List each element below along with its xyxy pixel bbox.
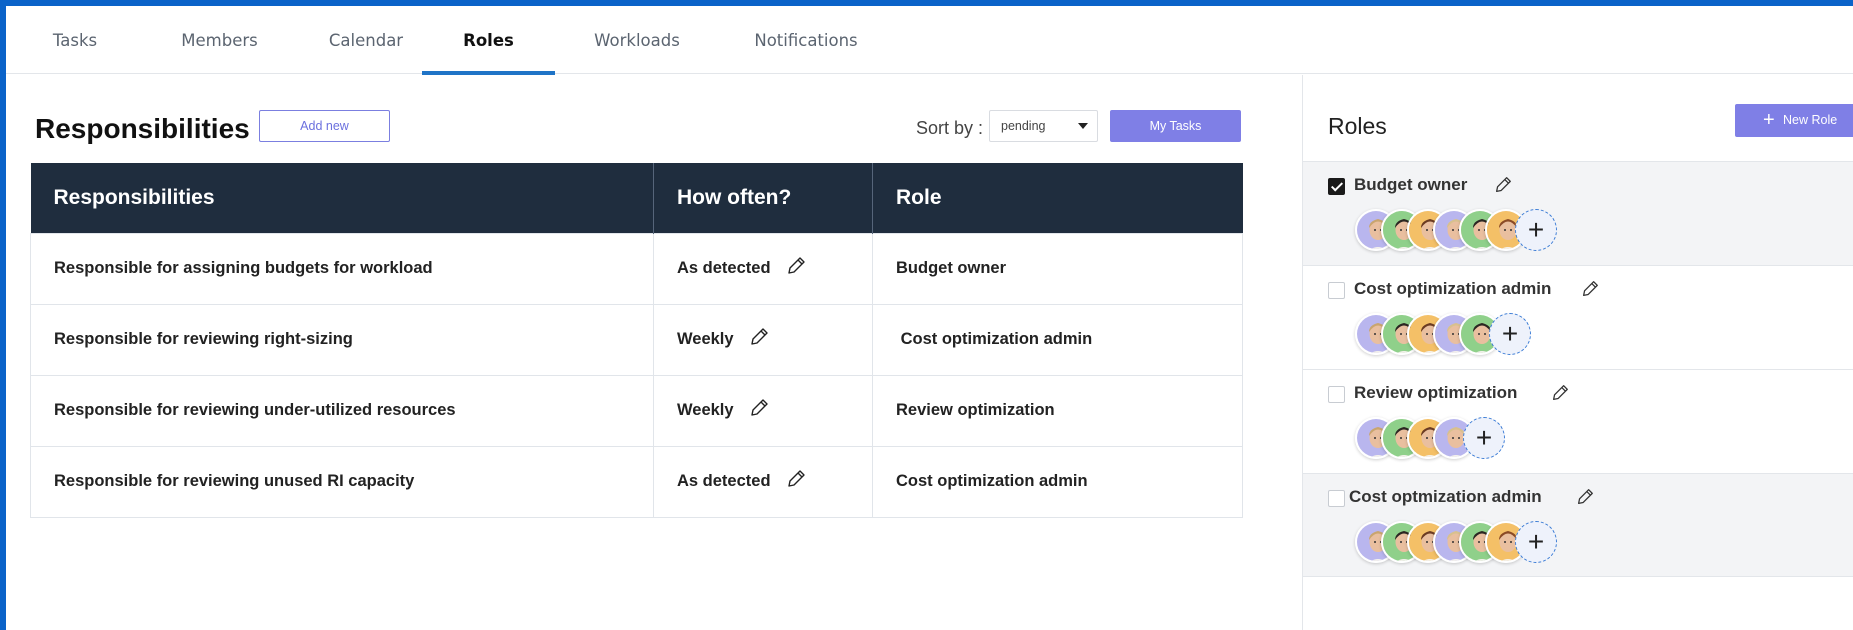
role-checkbox[interactable] <box>1328 386 1345 403</box>
responsibility-cell: Responsible for reviewing unused RI capa… <box>30 445 654 518</box>
tab-roles[interactable]: Roles <box>422 6 555 75</box>
frequency-text: As detected <box>677 258 771 277</box>
add-member-plus-icon[interactable]: + <box>1515 521 1557 563</box>
table-header-row: Responsibilities How often? Role <box>30 163 1243 233</box>
roles-title: Roles <box>1328 113 1387 139</box>
frequency-cell: Weekly <box>653 374 873 447</box>
frequency-cell: As detected <box>653 232 873 305</box>
role-checkbox[interactable] <box>1328 282 1345 299</box>
frequency-text: Weekly <box>677 329 734 348</box>
responsibilities-table: Responsibilities How often? Role Respons… <box>30 163 1243 518</box>
pencil-icon[interactable] <box>1575 487 1595 512</box>
pencil-icon[interactable] <box>748 397 770 424</box>
add-new-button[interactable]: Add new <box>259 110 390 142</box>
column-header-responsibilities: Responsibilities <box>30 163 654 233</box>
role-name: Cost optmization admin <box>1349 487 1542 506</box>
pencil-icon[interactable] <box>748 326 770 353</box>
new-role-button[interactable]: + New Role <box>1735 104 1853 137</box>
role-cell: Cost optimization admin <box>872 303 1243 376</box>
role-name: Review optimization <box>1354 383 1518 402</box>
new-role-label: New Role <box>1783 113 1838 127</box>
responsibility-cell: Responsible for assigning budgets for wo… <box>30 232 654 305</box>
tab-tasks[interactable]: Tasks <box>28 6 122 74</box>
tab-members[interactable]: Members <box>166 6 273 74</box>
responsibility-cell: Responsible for reviewing right-sizing <box>30 303 654 376</box>
frequency-cell: Weekly <box>653 303 873 376</box>
pencil-icon[interactable] <box>785 468 807 495</box>
role-checkbox[interactable] <box>1328 178 1345 195</box>
pencil-icon[interactable] <box>1493 175 1513 200</box>
role-name: Cost optimization admin <box>1354 279 1552 298</box>
column-header-how-often: How often? <box>653 163 873 233</box>
frequency-cell: As detected <box>653 445 873 518</box>
role-card: Budget owner + <box>1303 161 1853 265</box>
role-card: Cost optimization admin + <box>1303 265 1853 369</box>
plus-icon: + <box>1763 109 1775 131</box>
pencil-icon[interactable] <box>785 255 807 282</box>
tab-notifications[interactable]: Notifications <box>733 6 879 74</box>
role-cell: Review optimization <box>872 374 1243 447</box>
my-tasks-button[interactable]: My Tasks <box>1110 110 1241 142</box>
column-header-role: Role <box>872 163 1243 233</box>
tab-workloads[interactable]: Workloads <box>578 6 696 74</box>
pencil-icon[interactable] <box>1550 383 1570 408</box>
caret-down-icon <box>1078 123 1088 129</box>
pencil-icon[interactable] <box>1580 279 1600 304</box>
tab-calendar[interactable]: Calendar <box>311 6 421 74</box>
sort-by-label: Sort by : <box>916 118 984 138</box>
role-checkbox[interactable] <box>1328 490 1345 507</box>
add-member-plus-icon[interactable]: + <box>1515 209 1557 251</box>
frequency-text: As detected <box>677 471 771 490</box>
sort-select-value: pending <box>1001 119 1046 133</box>
table-row: Responsible for reviewing right-sizing W… <box>30 303 1243 376</box>
sort-select[interactable]: pending <box>989 110 1098 142</box>
responsibilities-panel: Responsibilities Add new Sort by : pendi… <box>6 75 1302 630</box>
frequency-text: Weekly <box>677 400 734 419</box>
roles-panel: Roles + New Role Budget owner + Cost opt… <box>1302 75 1853 630</box>
add-member-plus-icon[interactable]: + <box>1489 313 1531 355</box>
role-name: Budget owner <box>1354 175 1468 194</box>
app-frame: Tasks Members Calendar Roles Workloads N… <box>6 6 1853 630</box>
role-card: Cost optmization admin + <box>1303 473 1853 577</box>
table-row: Responsible for assigning budgets for wo… <box>30 232 1243 305</box>
role-cell: Cost optimization admin <box>872 445 1243 518</box>
role-cell: Budget owner <box>872 232 1243 305</box>
table-row: Responsible for reviewing under-utilized… <box>30 374 1243 447</box>
responsibility-cell: Responsible for reviewing under-utilized… <box>30 374 654 447</box>
add-member-plus-icon[interactable]: + <box>1463 417 1505 459</box>
role-card: Review optimization + <box>1303 369 1853 473</box>
table-row: Responsible for reviewing unused RI capa… <box>30 445 1243 518</box>
page-title: Responsibilities <box>35 113 250 144</box>
tab-bar: Tasks Members Calendar Roles Workloads N… <box>6 6 1853 75</box>
